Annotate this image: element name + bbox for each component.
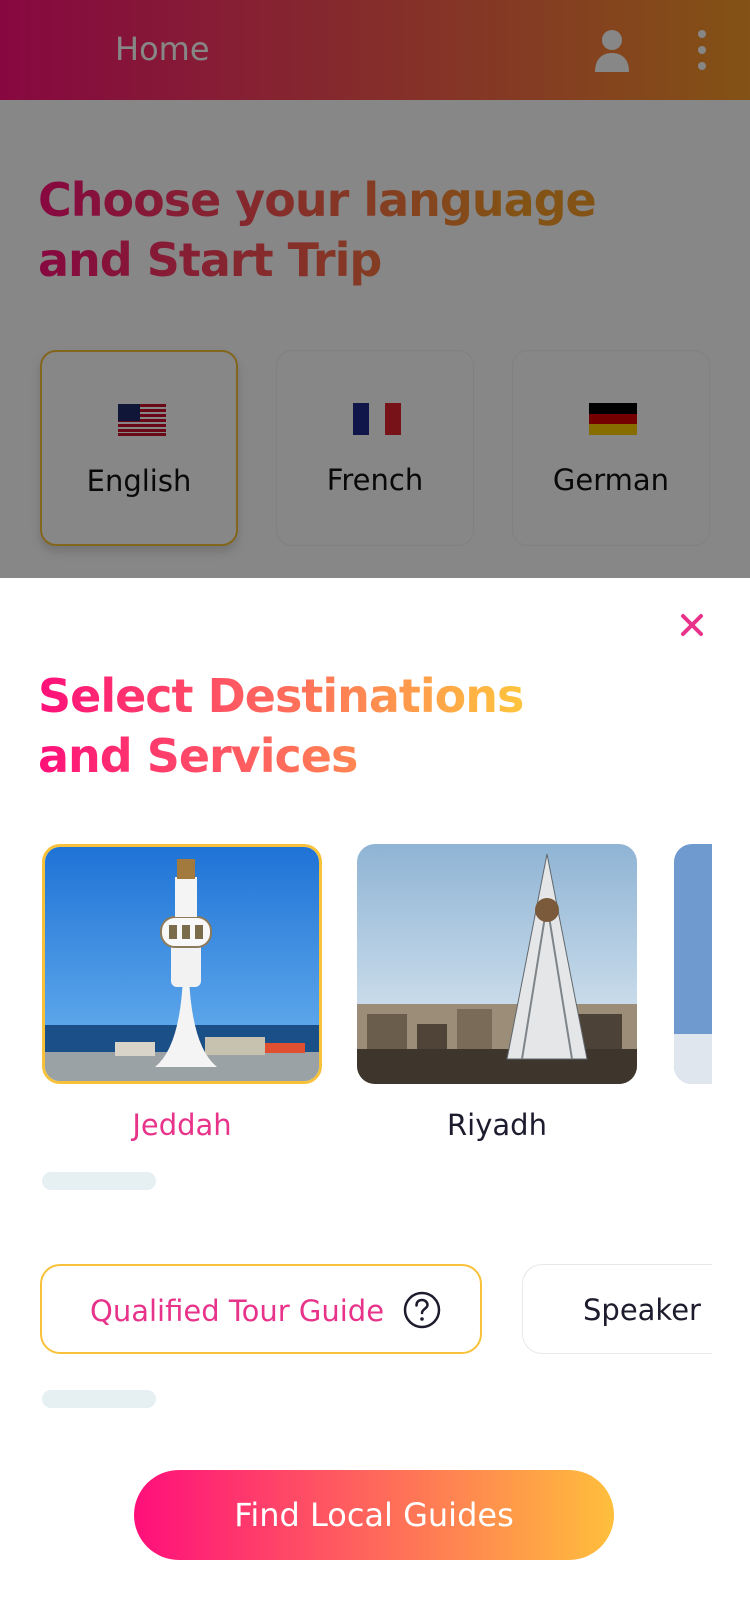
service-label: Qualified Tour Guide [90,1294,385,1328]
modal-backdrop[interactable] [0,0,750,578]
help-circle-icon[interactable] [402,1290,442,1330]
find-local-guides-button[interactable]: Find Local Guides [134,1470,614,1560]
service-chip-tour-guide[interactable]: Qualified Tour Guide [40,1264,482,1354]
service-chip-speaker[interactable]: Speaker [522,1264,712,1354]
services-scroll-indicator [42,1390,156,1408]
service-label: Speaker [583,1293,701,1327]
services-scroller: Qualified Tour Guide Speaker [0,578,712,1624]
destinations-sheet: Select Destinations and Services Jeddah … [0,578,750,1624]
